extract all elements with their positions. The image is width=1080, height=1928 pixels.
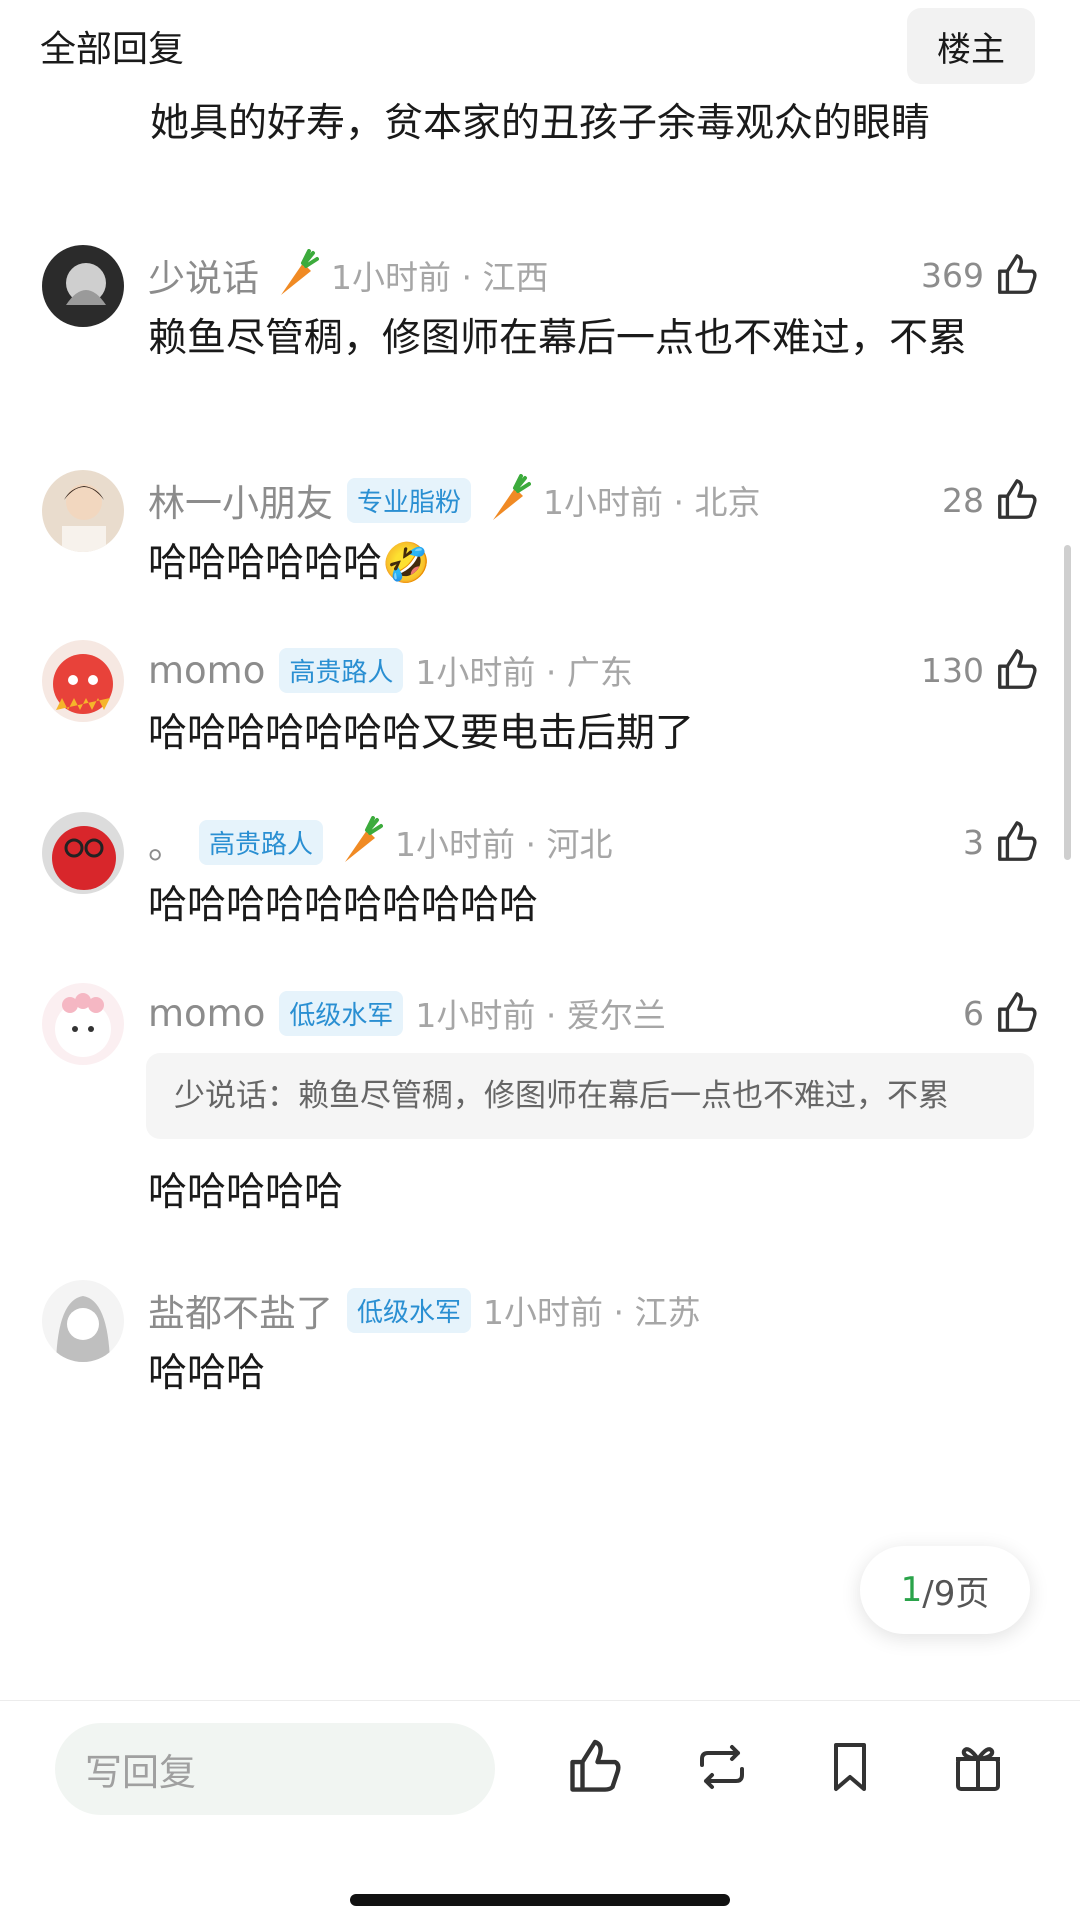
avatar[interactable]	[42, 470, 124, 552]
like-button[interactable]: 369	[921, 247, 1040, 303]
avatar[interactable]	[42, 1280, 124, 1362]
fan-badge: 专业脂粉	[347, 477, 472, 523]
like-count: 6	[963, 993, 984, 1033]
bookmark-icon[interactable]	[820, 1737, 880, 1797]
time-location: 1小时前 · 广东	[415, 653, 633, 692]
time-location: 1小时前 · 北京	[543, 483, 761, 522]
fan-badge: 高贵路人	[199, 819, 324, 865]
reply-input[interactable]: 写回复	[55, 1723, 495, 1815]
like-button[interactable]: 130	[921, 642, 1040, 698]
comment-text: 哈哈哈哈哈哈哈哈哈哈	[148, 883, 539, 928]
carrot-icon	[281, 249, 319, 295]
username[interactable]: 。	[148, 815, 185, 869]
header: 全部回复 楼主	[0, 0, 1080, 90]
time-location: 1小时前 · 爱尔兰	[415, 996, 666, 1035]
thumb-up-icon	[998, 649, 1037, 689]
fan-badge: 高贵路人	[279, 647, 404, 693]
username[interactable]: 盐都不盐了	[148, 1283, 333, 1337]
current-page: 1	[900, 1570, 923, 1610]
thumb-up-icon	[998, 254, 1037, 294]
carrot-icon	[493, 474, 532, 520]
thumb-up-icon	[998, 821, 1037, 861]
like-count: 3	[963, 822, 984, 862]
thumb-up-icon	[998, 992, 1037, 1032]
like-count: 369	[921, 255, 984, 295]
comment-text: 哈哈哈哈哈哈🤣	[148, 541, 431, 586]
carrot-icon	[345, 816, 384, 862]
comment-text: 哈哈哈	[148, 1351, 266, 1396]
repost-icon[interactable]	[692, 1737, 752, 1797]
username[interactable]: 少说话	[148, 248, 259, 302]
like-count: 130	[921, 650, 984, 690]
bottom-bar: 写回复	[0, 1700, 1080, 1851]
page-title: 全部回复	[40, 29, 185, 70]
like-count: 28	[942, 480, 984, 520]
avatar[interactable]	[42, 983, 124, 1065]
time-location: 1小时前 · 河北	[395, 825, 613, 864]
avatar[interactable]	[42, 640, 124, 722]
comment-text: 赖鱼尽管稠，修图师在幕后一点也不难过，不累	[148, 316, 968, 361]
like-button[interactable]: 3	[963, 814, 1040, 870]
page-indicator[interactable]: 1 /9页	[860, 1546, 1030, 1634]
total-pages: /9页	[922, 1573, 990, 1614]
fan-badge: 低级水军	[347, 1287, 472, 1333]
thumb-up-icon	[998, 479, 1037, 519]
quoted-reply[interactable]: 少说话：赖鱼尽管稠，修图师在幕后一点也不难过，不累	[146, 1053, 1034, 1139]
partial-comment-text: 她具的好寿，贫本家的丑孩子余毒观众的眼睛	[150, 101, 931, 146]
home-indicator[interactable]	[350, 1894, 730, 1906]
like-button[interactable]: 6	[963, 985, 1040, 1041]
username[interactable]: momo	[148, 649, 265, 692]
username[interactable]: momo	[148, 992, 265, 1035]
comment-text: 哈哈哈哈哈哈哈又要电击后期了	[148, 711, 695, 756]
time-location: 1小时前 · 江苏	[483, 1293, 701, 1332]
gift-icon[interactable]	[948, 1737, 1008, 1797]
avatar[interactable]	[42, 245, 124, 327]
thumb-up-icon[interactable]	[565, 1737, 625, 1797]
username[interactable]: 林一小朋友	[148, 473, 333, 527]
scrollbar[interactable]	[1064, 545, 1071, 860]
owner-only-button[interactable]: 楼主	[907, 8, 1035, 84]
time-location: 1小时前 · 江西	[331, 258, 549, 297]
like-button[interactable]: 28	[942, 472, 1040, 528]
avatar[interactable]	[42, 812, 124, 894]
comment-text: 哈哈哈哈哈	[148, 1170, 344, 1215]
fan-badge: 低级水军	[279, 990, 404, 1036]
